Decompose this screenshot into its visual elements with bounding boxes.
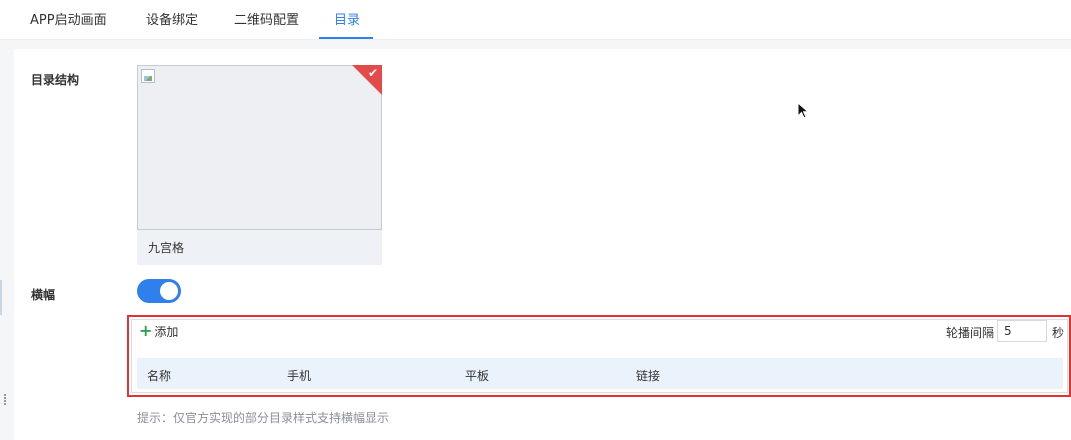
- directory-option-name: 九宫格: [148, 241, 185, 255]
- left-rail-indicator: [0, 280, 2, 315]
- column-phone: 手机: [287, 369, 312, 383]
- add-banner-label: 添加: [154, 324, 179, 339]
- mouse-cursor-icon: [797, 102, 809, 119]
- tab-qrcode-config[interactable]: 二维码配置: [234, 0, 299, 40]
- carousel-interval-label: 轮播间隔: [946, 326, 995, 340]
- drag-handle-icon[interactable]: [4, 394, 8, 406]
- tab-bar: APP启动画面 设备绑定 二维码配置 目录: [0, 0, 1071, 40]
- directory-option-thumbnail: [137, 65, 382, 230]
- column-link: 链接: [636, 369, 661, 383]
- tab-directory[interactable]: 目录: [334, 0, 360, 40]
- banner-toggle[interactable]: [137, 279, 181, 303]
- broken-image-icon: [141, 69, 155, 83]
- plus-icon: +: [139, 321, 153, 340]
- banner-label: 横幅: [31, 288, 56, 302]
- banner-hint: 提示：仅官方实现的部分目录样式支持横幅显示: [137, 411, 390, 425]
- column-tablet: 平板: [465, 369, 490, 383]
- column-name: 名称: [147, 369, 172, 383]
- carousel-interval-unit: 秒: [1052, 326, 1065, 340]
- carousel-interval-input[interactable]: [997, 320, 1047, 342]
- directory-structure-label: 目录结构: [31, 73, 80, 87]
- active-tab-indicator: [319, 37, 373, 39]
- banner-table-header: 名称 手机 平板 链接: [137, 358, 1063, 389]
- tab-device-binding[interactable]: 设备绑定: [146, 0, 198, 40]
- check-icon: ✔: [367, 66, 378, 80]
- add-banner-button[interactable]: + 添加: [139, 323, 178, 339]
- tab-app-splash[interactable]: APP启动画面: [30, 0, 107, 40]
- toggle-knob: [160, 282, 178, 300]
- directory-option-card[interactable]: ✔ 九宫格: [137, 65, 382, 265]
